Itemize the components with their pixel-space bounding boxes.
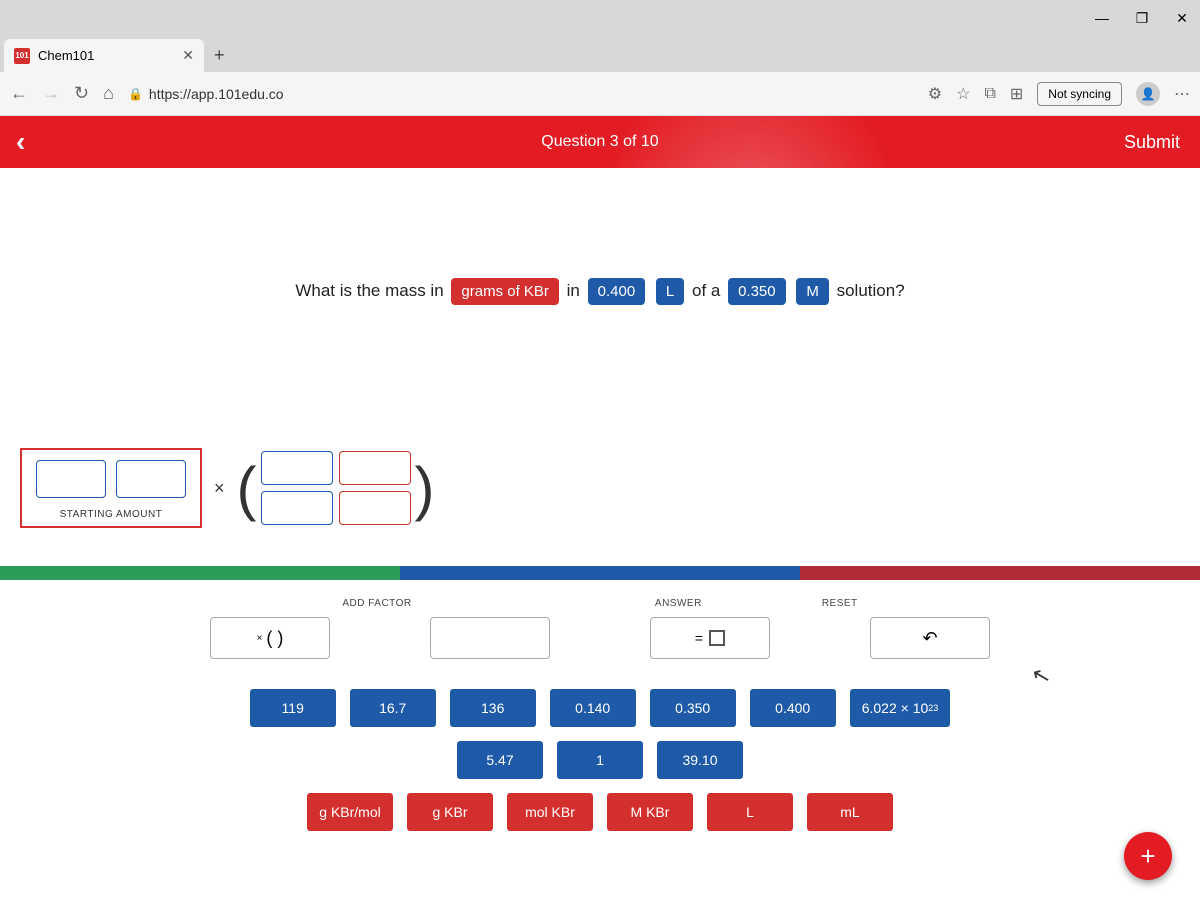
question-counter: Question 3 of 10	[541, 133, 658, 151]
app-header: ‹ Question 3 of 10 Submit	[0, 116, 1200, 168]
extensions-icon[interactable]: ⚙	[928, 84, 942, 104]
tab-title: Chem101	[38, 48, 94, 63]
numerator-value-slot[interactable]	[261, 451, 333, 485]
starting-amount-box[interactable]: STARTING AMOUNT	[20, 448, 202, 528]
denominator-unit-slot[interactable]	[339, 491, 411, 525]
tab-close-button[interactable]: ✕	[182, 47, 194, 64]
number-tile[interactable]: 136	[450, 689, 536, 727]
times-icon: ×	[257, 633, 263, 644]
lock-icon: 🔒	[128, 87, 143, 101]
question-fragment: of a	[692, 281, 720, 300]
browser-addressbar: ← → ↻ ⌂ 🔒 https://app.101edu.co ⚙ ☆ ⧉ ⊞ …	[0, 72, 1200, 116]
collections-icon[interactable]: ⊞	[1010, 84, 1023, 104]
blank-control[interactable]	[430, 617, 550, 659]
url-input[interactable]: 🔒 https://app.101edu.co	[128, 86, 284, 102]
window-minimize-button[interactable]: —	[1092, 8, 1112, 28]
question-fragment: in	[567, 281, 580, 300]
numerator-unit-slot[interactable]	[339, 451, 411, 485]
profile-avatar[interactable]: 👤	[1136, 82, 1160, 106]
nav-forward-button[interactable]: →	[42, 83, 60, 104]
unit-tile[interactable]: mL	[807, 793, 893, 831]
unit-tile[interactable]: L	[707, 793, 793, 831]
number-tile[interactable]: 119	[250, 689, 336, 727]
favorite-star-icon[interactable]: ☆	[956, 84, 970, 104]
denominator-value-slot[interactable]	[261, 491, 333, 525]
reset-label: RESET	[822, 598, 858, 609]
browser-tabbar: 101 Chem101 ✕ +	[0, 36, 1200, 72]
number-tile[interactable]: 5.47	[457, 741, 543, 779]
question-text: What is the mass in grams of KBr in 0.40…	[0, 168, 1200, 305]
window-maximize-button[interactable]: ❐	[1132, 8, 1152, 28]
starting-value-slot[interactable]	[36, 460, 106, 498]
equals-icon: =	[695, 630, 703, 646]
times-icon: ×	[214, 478, 225, 499]
url-text: https://app.101edu.co	[149, 86, 284, 102]
favorites-bar-icon[interactable]: ⧉	[984, 85, 995, 103]
controls-panel: ADD FACTOR . ANSWER RESET × ( ) = ↶ 1191…	[0, 598, 1200, 845]
submit-button[interactable]: Submit	[1104, 132, 1200, 153]
add-fab-button[interactable]: +	[1124, 832, 1172, 880]
nav-back-button[interactable]: ←	[10, 83, 28, 104]
chip-volume-unit: L	[656, 278, 684, 305]
starting-amount-label: STARTING AMOUNT	[22, 509, 200, 520]
add-factor-button[interactable]: × ( )	[210, 617, 330, 659]
unit-tile[interactable]: mol KBr	[507, 793, 593, 831]
nav-home-button[interactable]: ⌂	[103, 83, 114, 104]
number-tiles-row-1: 119 16.7 136 0.140 0.350 0.400 6.022 × 1023	[60, 689, 1140, 727]
unit-tile[interactable]: g KBr/mol	[307, 793, 393, 831]
window-titlebar: — ❐ ✕	[0, 0, 1200, 36]
chip-volume-value: 0.400	[588, 278, 646, 305]
question-fragment: solution?	[837, 281, 905, 300]
equation-row: STARTING AMOUNT × ( )	[0, 448, 1200, 528]
answer-label: ANSWER	[655, 598, 702, 609]
starting-unit-slot[interactable]	[116, 460, 186, 498]
content-area: What is the mass in grams of KBr in 0.40…	[0, 168, 1200, 900]
number-tiles-row-2: 5.47 1 39.10	[60, 741, 1140, 779]
answer-placeholder-icon	[709, 630, 725, 646]
chip-molarity-unit: M	[796, 278, 829, 305]
more-menu-button[interactable]: ⋯	[1174, 84, 1190, 104]
number-tile[interactable]: 0.140	[550, 689, 636, 727]
answer-display[interactable]: =	[650, 617, 770, 659]
paren-icon: ( )	[266, 628, 283, 649]
new-tab-button[interactable]: +	[204, 39, 235, 72]
number-tile[interactable]: 1	[557, 741, 643, 779]
number-tile[interactable]: 0.400	[750, 689, 836, 727]
tab-favicon: 101	[14, 48, 30, 64]
left-paren-icon: (	[237, 454, 257, 523]
chip-target: grams of KBr	[451, 278, 559, 305]
question-back-button[interactable]: ‹	[0, 126, 41, 158]
divider-stripe	[0, 566, 1200, 580]
nav-refresh-button[interactable]: ↻	[74, 83, 89, 104]
number-tile[interactable]: 39.10	[657, 741, 743, 779]
window-close-button[interactable]: ✕	[1172, 8, 1192, 28]
number-tile-avogadro[interactable]: 6.022 × 1023	[850, 689, 951, 727]
right-paren-icon: )	[415, 454, 435, 523]
question-fragment: What is the mass in	[295, 281, 443, 300]
browser-tab[interactable]: 101 Chem101 ✕	[4, 39, 204, 72]
sync-status-button[interactable]: Not syncing	[1037, 82, 1122, 106]
conversion-factor[interactable]: ( )	[237, 451, 435, 525]
add-factor-label: ADD FACTOR	[342, 598, 411, 609]
number-tile[interactable]: 16.7	[350, 689, 436, 727]
unit-tile[interactable]: M KBr	[607, 793, 693, 831]
number-tile[interactable]: 0.350	[650, 689, 736, 727]
chip-molarity-value: 0.350	[728, 278, 786, 305]
reset-button[interactable]: ↶	[870, 617, 990, 659]
unit-tiles-row: g KBr/mol g KBr mol KBr M KBr LmL	[60, 793, 1140, 831]
unit-tile[interactable]: g KBr	[407, 793, 493, 831]
